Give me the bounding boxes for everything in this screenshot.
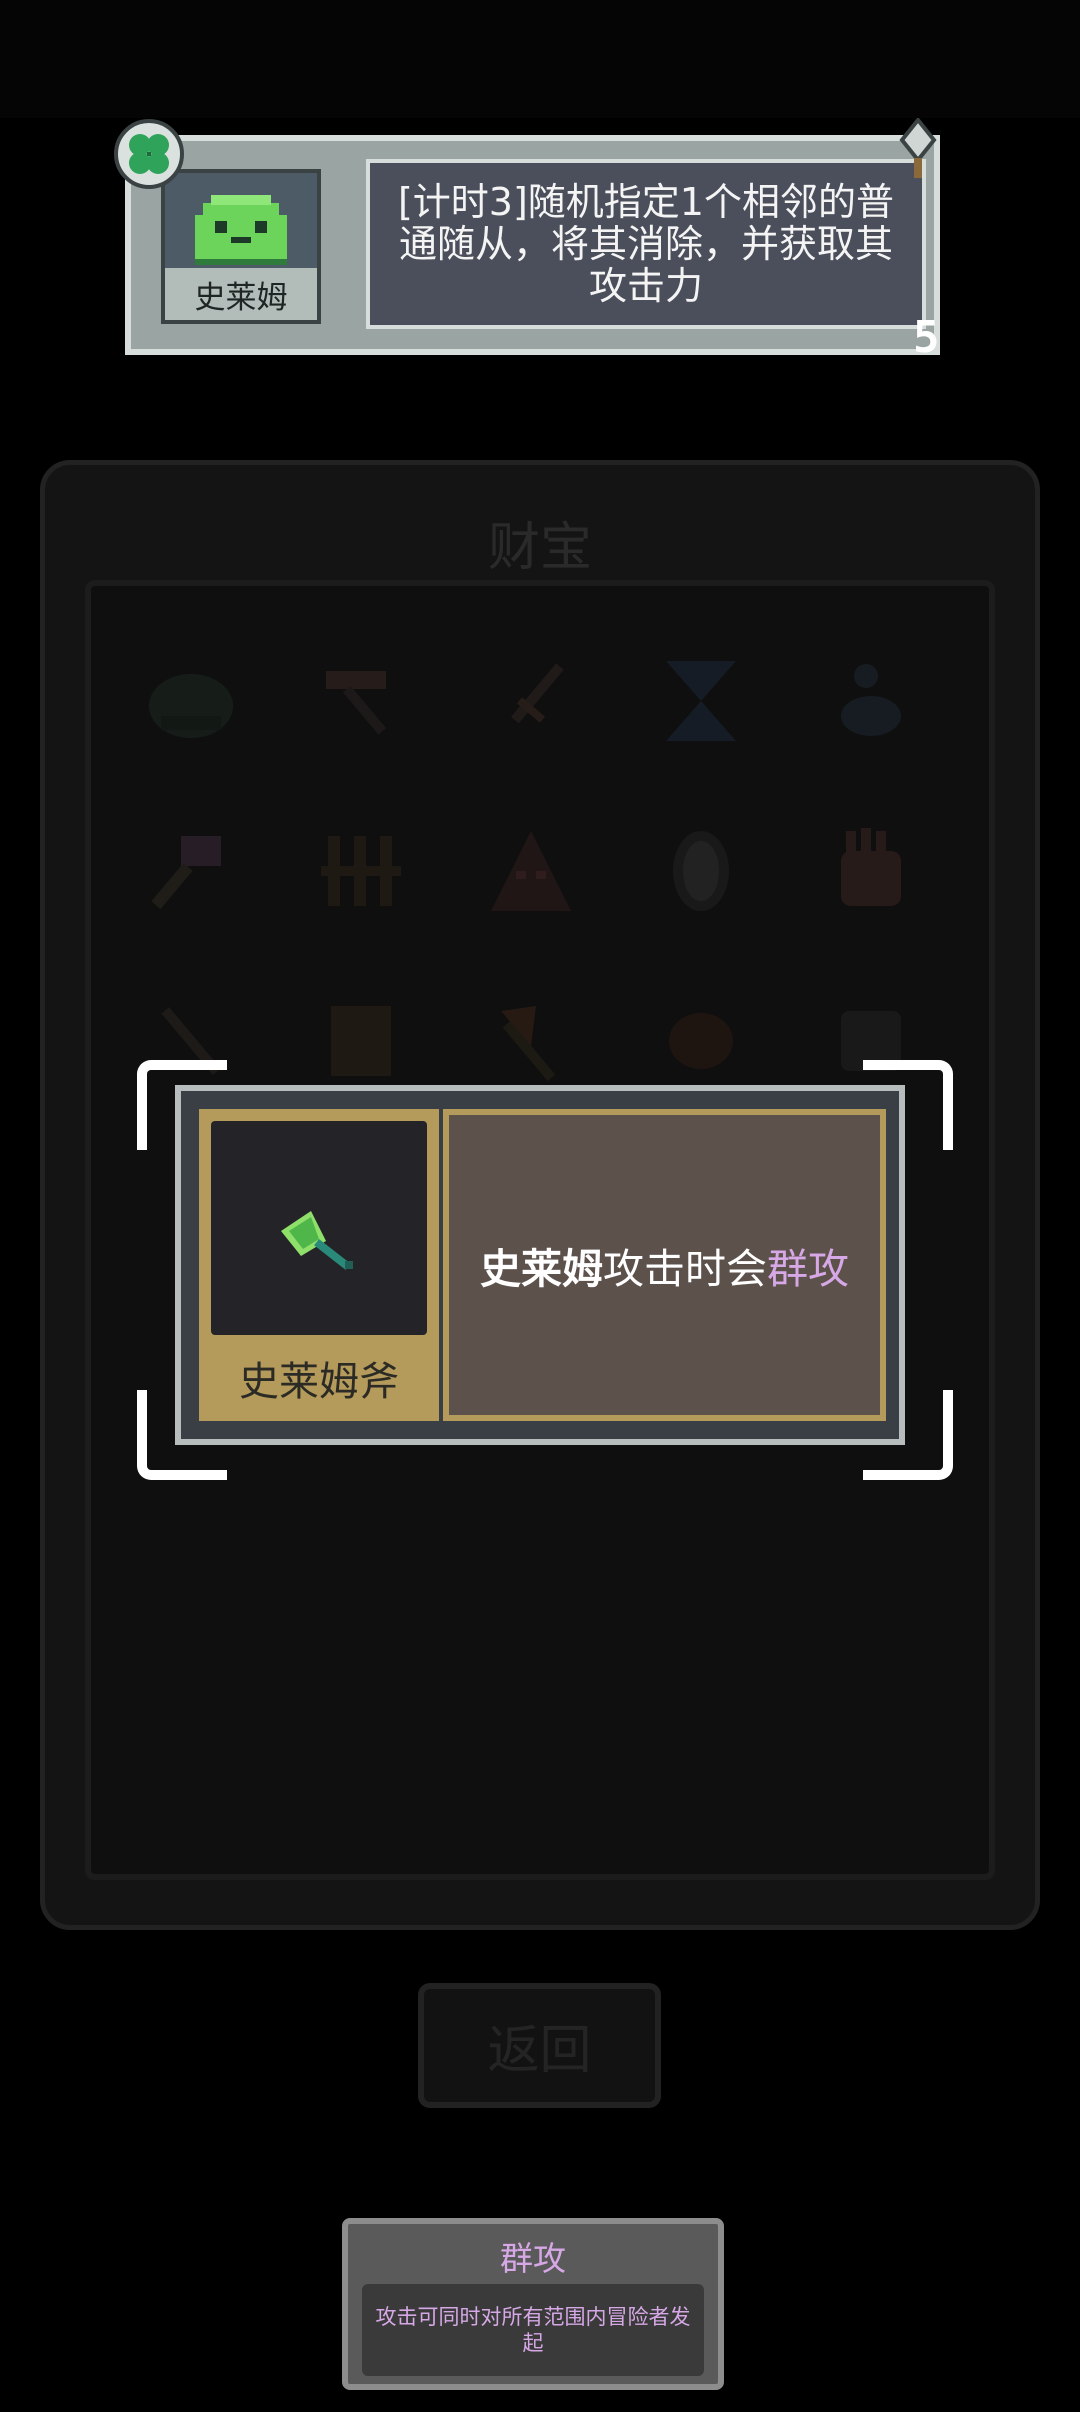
unit-ability-description: [计时3]随机指定1个相邻的普通随从，将其消除，并获取其攻击力 bbox=[366, 159, 926, 329]
key-icon[interactable] bbox=[136, 816, 246, 926]
return-button[interactable]: 返回 bbox=[418, 1983, 661, 2108]
unit-art bbox=[165, 173, 317, 268]
status-bar bbox=[0, 0, 1080, 118]
unit-card: 史莱姆 [计时3]随机指定1个相邻的普通随从，将其消除，并获取其攻击力 bbox=[125, 135, 940, 355]
bird-icon[interactable] bbox=[646, 986, 756, 1096]
item-card: 史莱姆斧 bbox=[199, 1109, 439, 1421]
pickaxe-icon[interactable] bbox=[306, 646, 416, 756]
helmet-icon[interactable] bbox=[136, 646, 246, 756]
item-name: 史莱姆斧 bbox=[239, 1359, 399, 1405]
unit-level-badge: 5 bbox=[913, 312, 940, 363]
keyword-tooltip: 群攻 攻击可同时对所有范围内冒险者发起 bbox=[342, 2218, 724, 2390]
item-detail-popup[interactable]: 史莱姆斧 史莱姆 攻击时会 群攻 bbox=[175, 1085, 905, 1445]
unit-portrait: 史莱姆 bbox=[161, 169, 321, 324]
item-desc-keyword[interactable]: 群攻 bbox=[767, 1235, 849, 1295]
slime-axe-icon bbox=[281, 1211, 353, 1270]
fence-icon[interactable] bbox=[306, 816, 416, 926]
item-desc-middle: 攻击时会 bbox=[603, 1245, 767, 1293]
swan-icon[interactable] bbox=[816, 646, 926, 756]
axe-icon[interactable] bbox=[476, 986, 586, 1096]
treasure-title: 财宝 bbox=[487, 518, 592, 578]
tooltip-title: 群攻 bbox=[500, 2239, 566, 2278]
scroll-icon[interactable] bbox=[306, 986, 416, 1096]
sword-icon bbox=[899, 118, 937, 178]
hood-icon[interactable] bbox=[476, 816, 586, 926]
dagger-icon[interactable] bbox=[476, 646, 586, 756]
mirror-icon[interactable] bbox=[646, 816, 756, 926]
clover-icon bbox=[114, 119, 184, 189]
item-art bbox=[211, 1121, 427, 1335]
unit-name: 史莱姆 bbox=[194, 279, 288, 316]
item-desc-subject: 史莱姆 bbox=[480, 1245, 603, 1293]
item-description: 史莱姆 攻击时会 群攻 bbox=[443, 1109, 886, 1421]
slime-icon bbox=[195, 195, 287, 265]
hand-icon[interactable] bbox=[816, 816, 926, 926]
hourglass-icon[interactable] bbox=[646, 646, 756, 756]
tooltip-body: 攻击可同时对所有范围内冒险者发起 bbox=[362, 2284, 704, 2376]
